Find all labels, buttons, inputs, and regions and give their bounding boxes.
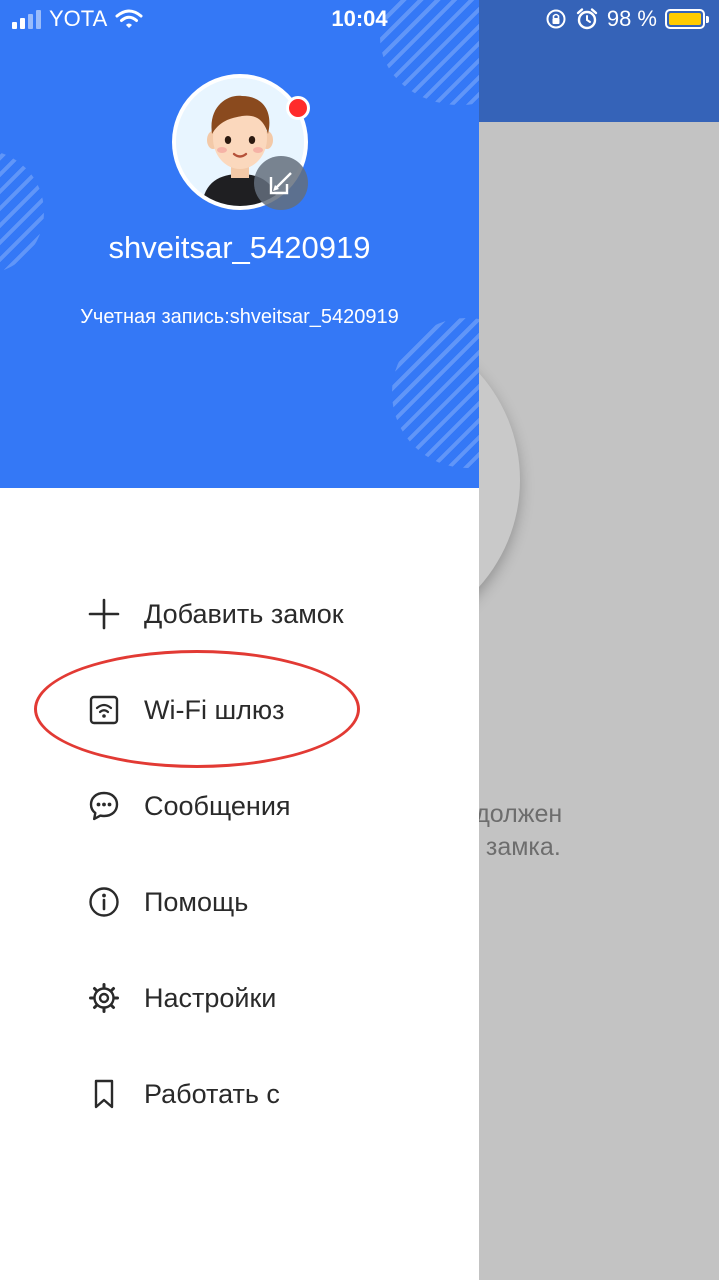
rotation-lock-icon bbox=[546, 9, 566, 29]
avatar[interactable] bbox=[172, 74, 310, 210]
battery-percent: 98 % bbox=[606, 6, 657, 31]
edit-icon bbox=[269, 172, 292, 195]
menu-item-add-lock[interactable]: Добавить замок bbox=[84, 584, 464, 644]
username: shveitsar_5420919 bbox=[108, 230, 371, 265]
highlight-annotation bbox=[34, 650, 360, 768]
info-icon bbox=[84, 882, 124, 922]
alarm-icon bbox=[576, 8, 598, 30]
navigation-drawer: shveitsar_5420919 Учетная запись:shveits… bbox=[0, 0, 479, 1280]
menu-item-label: Настройки bbox=[144, 982, 277, 1013]
status-right: 98 % bbox=[545, 6, 709, 32]
menu-item-settings[interactable]: Настройки bbox=[84, 968, 464, 1028]
menu-item-label: Добавить замок bbox=[144, 598, 344, 629]
menu-item-work-with[interactable]: Работать с bbox=[84, 1064, 464, 1124]
status-bar: YOTA 10:04 98 % bbox=[0, 0, 719, 40]
battery-icon bbox=[665, 9, 709, 29]
drawer-header: shveitsar_5420919 Учетная запись:shveits… bbox=[0, 0, 479, 488]
gear-icon bbox=[84, 978, 124, 1018]
menu-item-label: Работать с bbox=[144, 1078, 280, 1109]
account-label: Учетная запись:shveitsar_5420919 bbox=[80, 306, 399, 328]
menu-item-help[interactable]: Помощь bbox=[84, 872, 464, 932]
bookmark-icon bbox=[84, 1074, 124, 1114]
edit-profile-button[interactable] bbox=[254, 156, 308, 210]
chat-bubble-icon bbox=[84, 786, 124, 826]
menu-item-messages[interactable]: Сообщения bbox=[84, 776, 464, 836]
notification-dot bbox=[286, 96, 310, 120]
menu-item-label: Помощь bbox=[144, 886, 249, 917]
decorative-striped-circle bbox=[392, 318, 479, 468]
menu-item-label: Сообщения bbox=[144, 790, 291, 821]
plus-icon bbox=[84, 594, 124, 634]
